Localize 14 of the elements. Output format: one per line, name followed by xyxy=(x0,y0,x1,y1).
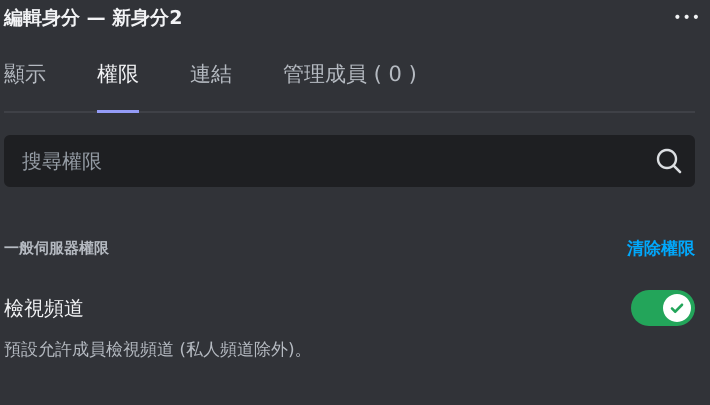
clear-permissions-link[interactable]: 清除權限 xyxy=(627,237,695,260)
tab[interactable]: 顯示 xyxy=(4,60,46,113)
window-title: 編輯身分 — 新身分2 xyxy=(4,6,182,31)
tab[interactable]: 權限 xyxy=(97,60,139,113)
permission-name: 檢視頻道 xyxy=(4,294,84,322)
toggle-switch[interactable] xyxy=(631,290,695,326)
search-field[interactable]: 搜尋權限 xyxy=(20,148,655,174)
more-options-button[interactable]: ••• xyxy=(673,10,701,26)
tab[interactable]: 管理成員 ( 0 ) xyxy=(283,60,417,113)
permission-description: 預設允許成員檢視頻道 (私人頻道除外)。 xyxy=(4,339,313,361)
tab[interactable]: 連結 xyxy=(190,60,232,113)
search-bar[interactable]: 搜尋權限 xyxy=(4,135,695,187)
section-heading: 一般伺服器權限 xyxy=(4,239,109,258)
search-icon xyxy=(655,147,683,175)
